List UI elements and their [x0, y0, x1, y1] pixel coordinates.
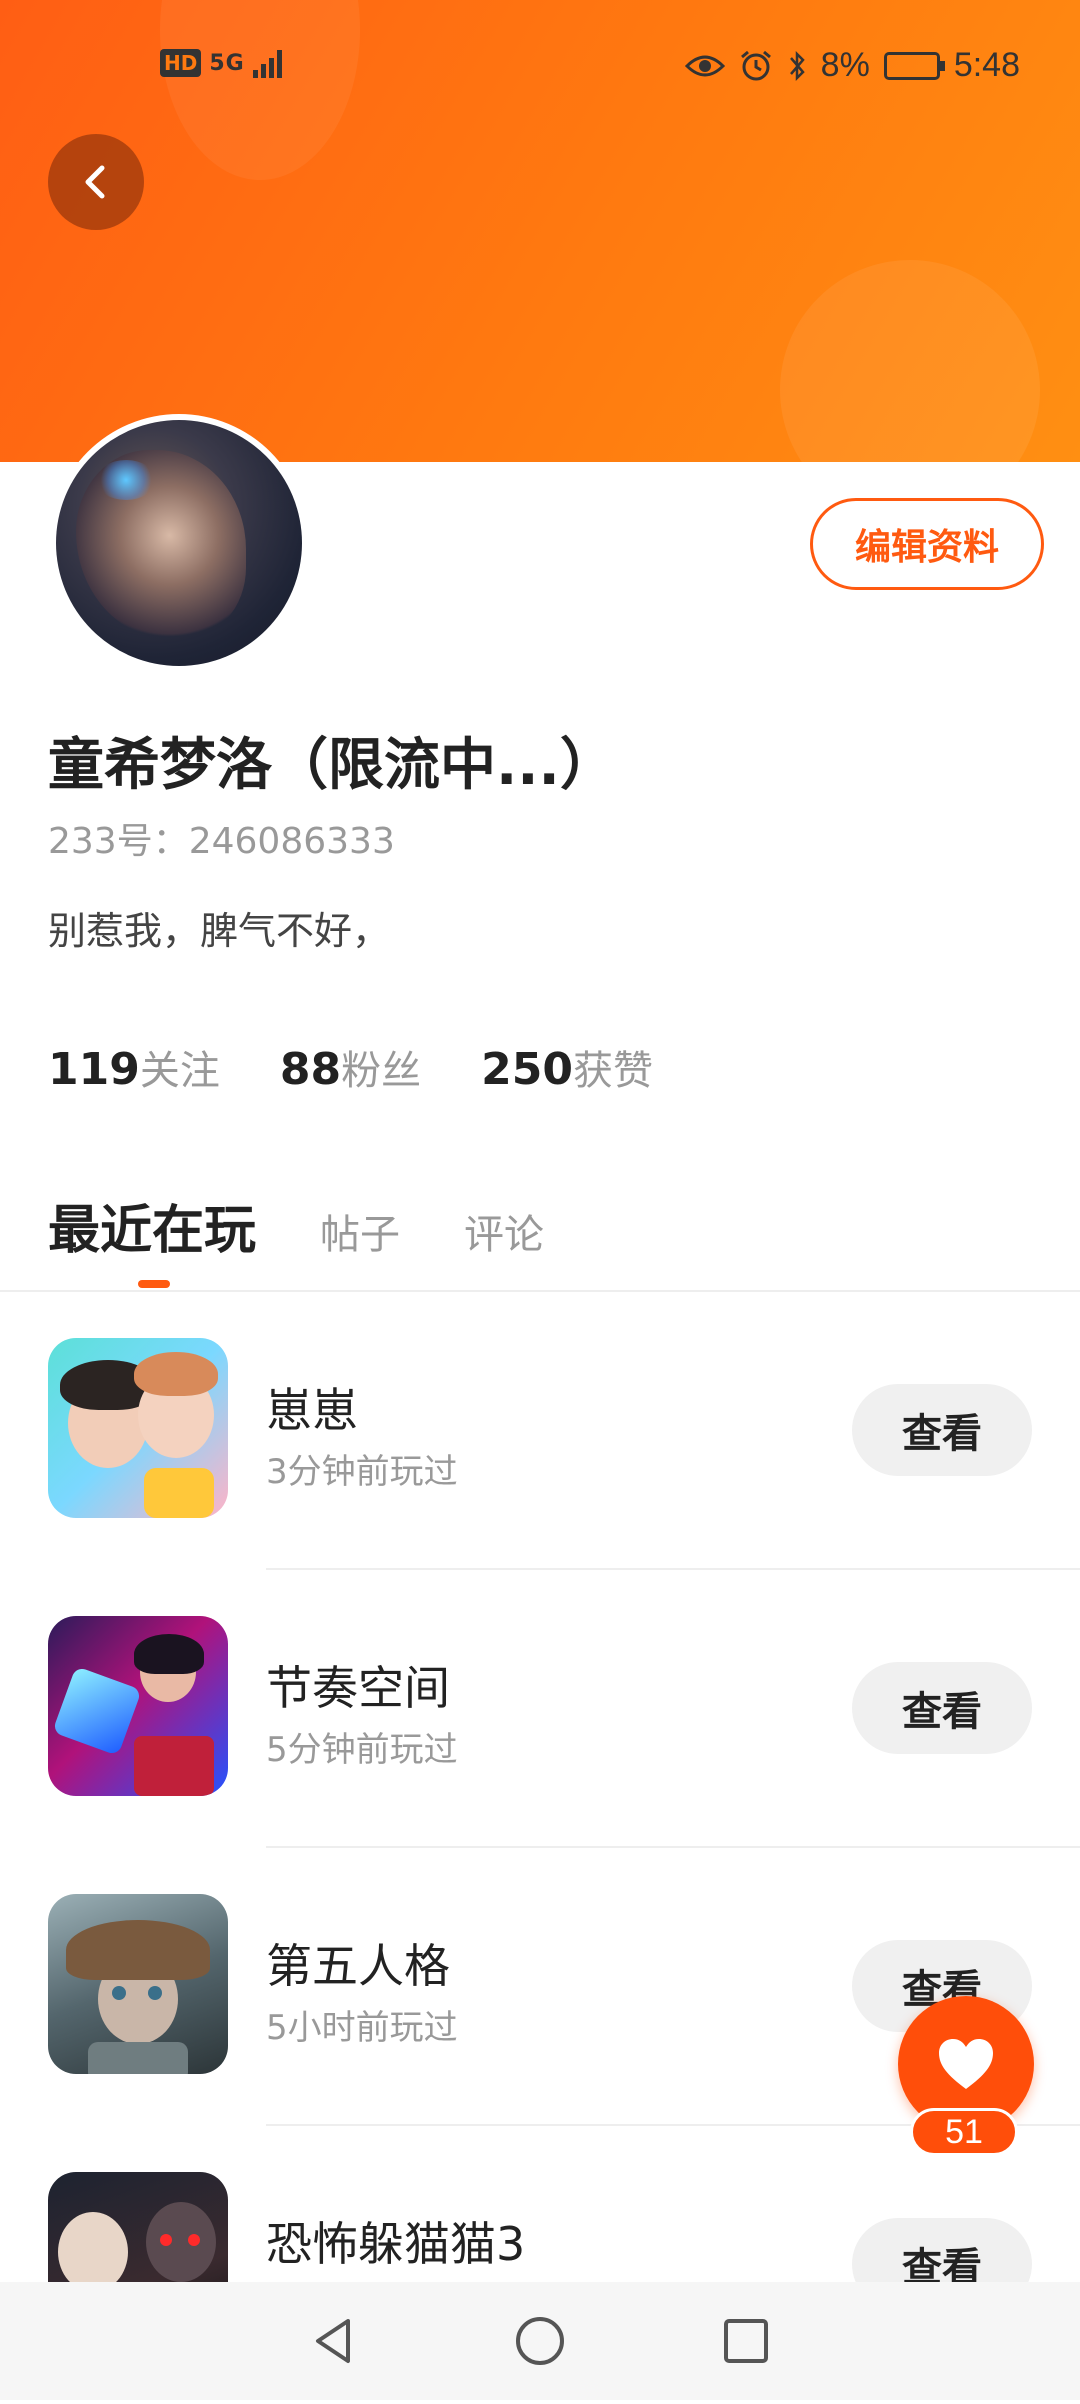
tab-posts[interactable]: 帖子 [320, 1202, 400, 1260]
game-title: 第五人格 [266, 1939, 450, 1993]
list-item[interactable]: 崽崽 3分钟前玩过 查看 [0, 1292, 1080, 1570]
banner-decoration [780, 260, 1040, 462]
stat-label: 获赞 [572, 1048, 653, 1094]
last-played: 5小时前玩过 [266, 2008, 458, 2048]
chevron-left-icon [85, 165, 105, 199]
view-button[interactable]: 查看 [852, 1384, 1032, 1476]
stat-followers[interactable]: 88粉丝 [280, 1038, 421, 1096]
back-button[interactable] [48, 134, 144, 230]
user-bio: 别惹我，脾气不好， [48, 909, 391, 953]
stat-label: 粉丝 [341, 1048, 422, 1094]
recents-square-icon[interactable] [718, 2313, 774, 2369]
eye-icon [684, 55, 725, 76]
edit-profile-button[interactable]: 编辑资料 [810, 498, 1044, 590]
alarm-icon [740, 50, 771, 80]
list-item[interactable]: 节奏空间 5分钟前玩过 查看 [0, 1570, 1080, 1848]
system-indicators: 8% 5:48 [684, 46, 1020, 85]
game-icon [48, 1338, 228, 1518]
last-played: 5分钟前玩过 [266, 1730, 458, 1770]
tab-comments[interactable]: 评论 [464, 1202, 544, 1260]
game-title: 崽崽 [266, 1383, 358, 1437]
like-count-badge: 51 [910, 2108, 1018, 2156]
active-tab-indicator [138, 1280, 170, 1288]
game-icon [48, 1616, 228, 1796]
tab-recently-played[interactable]: 最近在玩 [48, 1188, 256, 1263]
profile-stats: 119关注 88粉丝 250获赞 [48, 1038, 653, 1096]
heart-icon [939, 2039, 993, 2089]
profile-tabs: 最近在玩 帖子 评论 [48, 1188, 544, 1263]
clock: 5:48 [953, 46, 1020, 84]
game-list: 崽崽 3分钟前玩过 查看 节奏空间 5分钟前玩过 查看 第五人格 5小时前玩过 … [0, 1292, 1080, 2404]
game-title: 节奏空间 [266, 1661, 450, 1715]
home-circle-icon[interactable] [512, 2313, 568, 2369]
last-played: 3分钟前玩过 [266, 1452, 458, 1492]
view-button[interactable]: 查看 [852, 1662, 1032, 1754]
battery-percent: 8% [820, 46, 870, 84]
stat-label: 关注 [139, 1048, 220, 1094]
battery-icon [883, 51, 945, 80]
stat-number: 88 [279, 1044, 342, 1095]
hd-badge: HD [160, 49, 202, 77]
user-id: 233号：246086333 [48, 821, 395, 862]
bluetooth-icon [789, 50, 805, 81]
stat-likes[interactable]: 250获赞 [481, 1038, 653, 1096]
avatar-image [56, 420, 302, 666]
avatar[interactable] [50, 414, 308, 672]
system-navigation-bar [0, 2282, 1080, 2400]
stat-number: 119 [48, 1044, 140, 1095]
stat-number: 250 [481, 1044, 573, 1095]
signal-bars-icon [252, 50, 282, 78]
network-indicators: HD 5G [160, 48, 287, 78]
game-icon [48, 1894, 228, 2074]
back-triangle-icon[interactable] [306, 2313, 362, 2369]
stat-following[interactable]: 119关注 [48, 1038, 220, 1096]
signal-icon: 5G [209, 50, 245, 76]
status-bar: HD 5G 8% 5:48 [0, 40, 1080, 96]
user-name: 童希梦洛（限流中...） [48, 733, 616, 798]
game-title: 恐怖躲猫猫3 [266, 2217, 526, 2271]
